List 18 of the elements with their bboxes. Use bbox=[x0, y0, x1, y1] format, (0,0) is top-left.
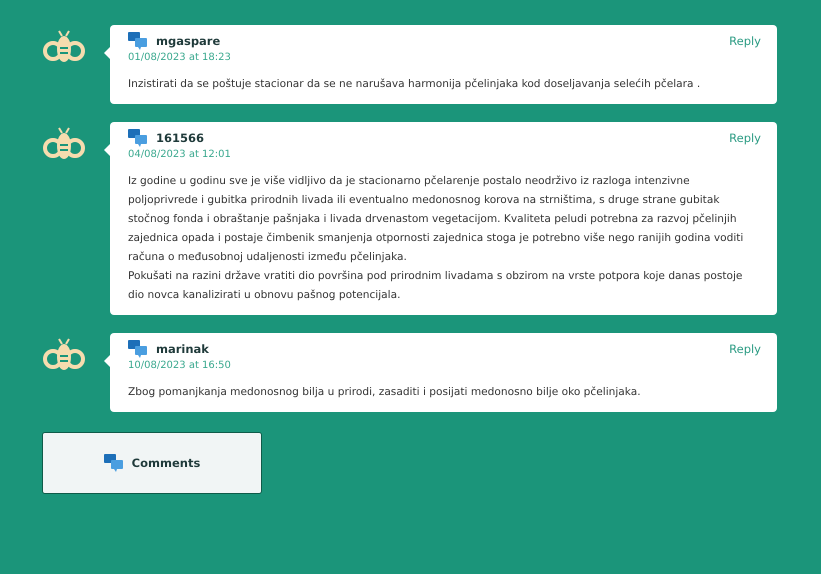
reply-link[interactable]: Reply bbox=[729, 131, 761, 145]
chat-bubbles-icon bbox=[104, 454, 124, 472]
chat-bubbles-icon bbox=[128, 32, 148, 50]
comment-text: Inzistirati da se poštuje stacionar da se ne narušava harmonija pčelinjaka kod doseljavanja selećih pčelara . bbox=[128, 77, 702, 92]
reply-link[interactable]: Reply bbox=[729, 342, 761, 356]
chat-bubbles-icon bbox=[128, 340, 148, 358]
comment-date: 04/08/2023 at 12:01 bbox=[128, 149, 232, 160]
chat-bubbles-icon bbox=[128, 129, 148, 147]
comment-date: 01/08/2023 at 18:23 bbox=[128, 52, 232, 63]
comment-text: Iz godine u godinu sve je više vidljivo da je stacionarno pčelarenje postalo neodrživo iz razloga intenzivne poljoprivrede i gubitka prirodnih livada ili eventualno medonosnog korova na strništima, s druge strane gubitak stočnog fonda i obraštanje pašnjaka i livada drvenastom vegetacijom. Kvaliteta peludi potrebna za razvoj pčelinjih zajednica opada i postaje čimbenik smanjenja otpornosti zajednica stoga je potrebno više nego ranijih godina voditi računa o međusobnoj udaljenosti između pčelinjaka. bbox=[128, 174, 744, 265]
comment-author: 161566 bbox=[156, 131, 204, 145]
comment-text: Zbog pomanjkanja medonosnog bilja u prirodi, zasaditi i posijati medonosno bilje oko pčelinjaka. bbox=[128, 385, 642, 400]
reply-link[interactable]: Reply bbox=[729, 34, 761, 48]
comment-author: mgaspare bbox=[156, 34, 220, 48]
comment-author: marinak bbox=[156, 342, 209, 356]
comments-button[interactable]: Comments bbox=[42, 432, 262, 494]
comment-text: Pokušati na razini države vratiti dio površina pod prirodnim livadama s obzirom na vrste potpora koje danas postoje dio novca kanalizirati u obnovu pašnog potencijala. bbox=[128, 269, 744, 303]
comment-date: 10/08/2023 at 16:50 bbox=[128, 360, 232, 371]
